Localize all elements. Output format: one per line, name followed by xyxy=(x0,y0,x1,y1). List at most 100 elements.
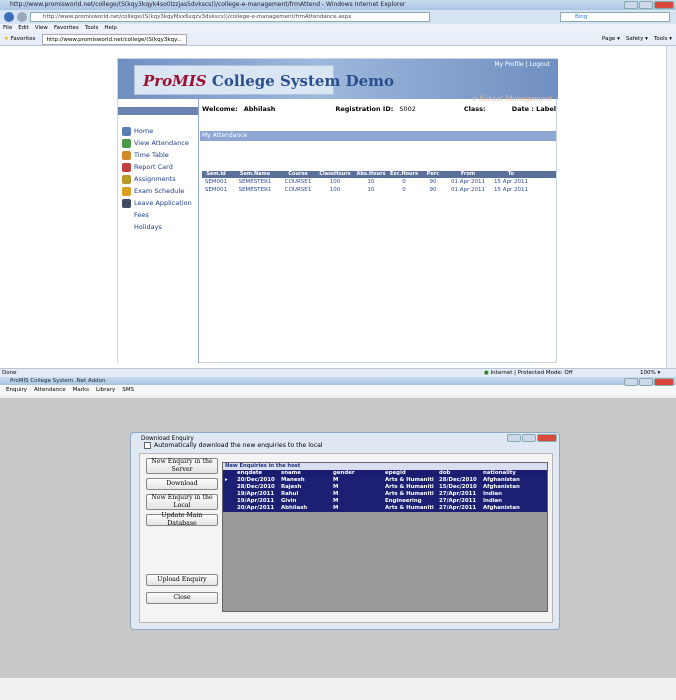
attendance-header-row: Sem.Id Sem.Name Course ClassHours Abs.Hours E… xyxy=(202,171,556,178)
profile-links[interactable]: My Profile | Logout xyxy=(494,61,550,68)
app-menu-sms[interactable]: SMS xyxy=(122,385,134,395)
grid-cell: 20/Dec/2010 xyxy=(237,477,275,483)
grid-column-header: nationality xyxy=(483,470,516,476)
sidebar-item-leave-application[interactable]: Leave Application xyxy=(122,197,192,209)
app-maximize-button[interactable] xyxy=(639,378,653,386)
grid-cell: 27/Apr/2011 xyxy=(439,498,477,504)
grid-cell: M xyxy=(333,477,339,483)
new-enquiry-in-the-local-button[interactable]: New Enquiry in the Local xyxy=(146,494,218,510)
command-page[interactable]: Page ▾ xyxy=(602,33,620,46)
grid-column-header: gender xyxy=(333,470,355,476)
menu-item-tools[interactable]: Tools xyxy=(85,24,99,33)
column-header: Sem.Id xyxy=(206,171,226,177)
grid-cell: M xyxy=(333,498,339,504)
table-row: SEM001 SEMESTER1 COURSE1 100 10 0 90 01 Apr 201… xyxy=(202,186,556,194)
sidebar-item-report-card[interactable]: Report Card xyxy=(122,161,173,173)
command-safety[interactable]: Safety ▾ xyxy=(626,33,648,46)
menu-item-view[interactable]: View xyxy=(35,24,48,33)
column-header: Abs.Hours xyxy=(356,171,386,177)
minimize-button[interactable] xyxy=(624,1,638,9)
vertical-scrollbar[interactable] xyxy=(666,46,676,368)
update-main-database-button[interactable]: Update Main Database xyxy=(146,512,218,527)
command-tools[interactable]: Tools ▾ xyxy=(654,33,672,46)
menu-item-help[interactable]: Help xyxy=(104,24,117,33)
browser-title: http://www.promisworld.net/college/(S(kq… xyxy=(10,1,406,8)
browser-tab[interactable]: http://www.promisworld.net/college/(S(kq… xyxy=(41,34,187,45)
sidebar-item-assignments[interactable]: Assignments xyxy=(122,173,176,185)
sidebar-item-view-attendance[interactable]: View Attendance xyxy=(122,137,189,149)
grid-row[interactable]: 28/Dec/2010 Rajesh M Arts & Humaniti 15/Dec/… xyxy=(223,484,547,491)
grid-row[interactable]: ▸ 20/Dec/2010 Manesh M Arts & Humaniti 28/Dec… xyxy=(223,477,547,484)
table-cell: 15 Apr 2011 xyxy=(493,187,528,193)
menu-item-edit[interactable]: Edit xyxy=(18,24,29,33)
grid-cell: 27/Apr/2011 xyxy=(439,505,477,511)
row-selector[interactable] xyxy=(223,491,237,498)
dialog-close-button[interactable] xyxy=(537,434,557,442)
grid-column-header: dob xyxy=(439,470,451,476)
sidebar-item-holidays[interactable]: Holidays xyxy=(134,221,162,233)
row-selector[interactable] xyxy=(223,484,237,491)
grid-header-row: enqdate sname gender epegid dob nationality xyxy=(223,470,547,477)
sidebar-item-home[interactable]: Home xyxy=(122,125,153,137)
back-icon[interactable] xyxy=(4,12,14,22)
sidebar-item-label: Holidays xyxy=(134,223,162,231)
sidebar-item-label: Report Card xyxy=(134,163,173,171)
school-tagline: e School Management xyxy=(472,95,552,103)
close-button[interactable]: Close xyxy=(146,592,218,604)
logo-box: ProMIS College System Demo xyxy=(134,65,394,95)
upload-enquiry-button[interactable]: Upload Enquiry xyxy=(146,574,218,586)
menu-item-favorites[interactable]: Favorites xyxy=(54,24,79,33)
grid-cell: 28/Dec/2010 xyxy=(439,477,477,483)
status-text: Done xyxy=(2,370,17,376)
grid-cell: Arts & Humaniti xyxy=(385,491,434,497)
forward-icon[interactable] xyxy=(17,12,27,22)
checkbox-box[interactable] xyxy=(144,442,151,449)
welcome-name: Abhilash xyxy=(243,105,276,113)
grid-cell: Indian xyxy=(483,498,503,504)
column-header: Course xyxy=(288,171,308,177)
maximize-button[interactable] xyxy=(639,1,653,9)
row-selector[interactable]: ▸ xyxy=(223,477,237,484)
grid-cell: 15/Dec/2010 xyxy=(439,484,477,490)
auto-download-checkbox[interactable]: Automatically download the new enquiries… xyxy=(144,442,323,449)
dialog-minimize-button[interactable] xyxy=(507,434,521,442)
sidebar-item-exam-schedule[interactable]: Exam Schedule xyxy=(122,185,184,197)
sidebar-header-strip xyxy=(118,107,198,115)
menu-item-file[interactable]: File xyxy=(3,24,12,33)
close-button[interactable] xyxy=(654,1,674,9)
zoom-level[interactable]: 100% ▾ xyxy=(640,369,660,377)
row-selector[interactable] xyxy=(223,498,237,505)
grid-row[interactable]: 19/Apr/2011 Givin M Engineering 27/Apr/2011 I… xyxy=(223,498,547,505)
app-menu-library[interactable]: Library xyxy=(96,385,115,395)
promis-page: ProMIS College System Demo My Profile | … xyxy=(117,58,558,363)
app-menu-enquiry[interactable]: Enquiry xyxy=(6,385,27,395)
sidebar-item-time-table[interactable]: Time Table xyxy=(122,149,169,161)
grid-cell: Manesh xyxy=(281,477,305,483)
address-input[interactable]: http://www.promisworld.net/college/(S(kq… xyxy=(30,12,430,22)
class-label: Class: xyxy=(463,105,486,113)
column-header: ClassHours xyxy=(319,171,351,177)
column-header: Perc xyxy=(426,171,440,177)
grid-cell: 19/Apr/2011 xyxy=(237,498,275,504)
search-input[interactable]: Bing xyxy=(560,12,670,22)
grid-row[interactable]: 20/Apr/2011 Abhilash M Arts & Humaniti 27/Ap… xyxy=(223,505,547,512)
app-menu-marks[interactable]: Marks xyxy=(73,385,89,395)
grid-cell: M xyxy=(333,491,339,497)
star-icon: ★ xyxy=(4,36,9,42)
favorites-button[interactable]: ★ Favorites xyxy=(4,33,36,45)
grid-cell: Indian xyxy=(483,491,503,497)
column-header: Sem.Name xyxy=(239,171,271,177)
dialog-maximize-button[interactable] xyxy=(522,434,536,442)
new-enquiry-in-the-server-button[interactable]: New Enquiry in the Server xyxy=(146,458,218,474)
app-close-button[interactable] xyxy=(654,378,674,386)
grid-caption: New Enquiries in the host xyxy=(223,463,547,470)
grid-cell: Engineering xyxy=(385,498,422,504)
row-selector[interactable] xyxy=(223,505,237,512)
sidebar-item-fees[interactable]: Fees xyxy=(134,209,149,221)
grid-row[interactable]: 19/Apr/2011 Rahul M Arts & Humaniti 27/Apr/2… xyxy=(223,491,547,498)
app-menu-attendance[interactable]: Attendance xyxy=(34,385,66,395)
app-minimize-button[interactable] xyxy=(624,378,638,386)
app-title: ProMIS College System .Net Addon xyxy=(10,378,106,384)
download-button[interactable]: Download xyxy=(146,478,218,490)
table-cell: COURSE1 xyxy=(284,187,312,193)
